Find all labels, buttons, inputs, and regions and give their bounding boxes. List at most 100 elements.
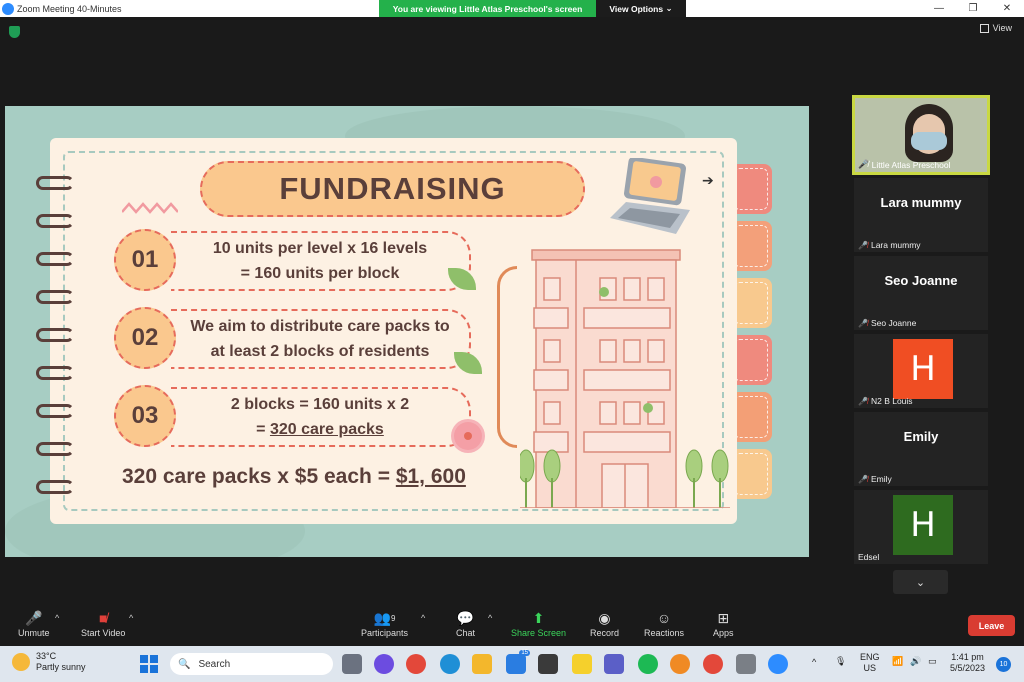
mail-icon[interactable]: 15 (506, 650, 530, 674)
clock-time: 1:41 pm (951, 652, 984, 662)
edge-icon[interactable] (440, 654, 460, 674)
mic-muted-icon: 🎤̸ (858, 159, 869, 169)
participant-tile[interactable]: H Edsel (854, 490, 988, 564)
restore-icon[interactable]: ❐ (956, 0, 990, 17)
participants-caret[interactable]: ^ (421, 613, 425, 623)
item-text: 10 units per level x 16 levels = 160 uni… (171, 231, 471, 291)
tile-label: 🎤̸ Little Atlas Preschool (858, 159, 951, 170)
active-speaker-tile[interactable]: 🎤̸ Little Atlas Preschool (852, 95, 990, 175)
participant-tile[interactable]: H 🎤̸ N2 B Louis (854, 334, 988, 408)
apartment-building-illustration (520, 249, 730, 508)
video-options-caret[interactable]: ^ (129, 613, 133, 623)
volume-icon[interactable]: 🔊 (910, 656, 921, 667)
start-video-button[interactable]: ■̸ Start Video (81, 608, 125, 638)
spiral-ring (36, 214, 74, 228)
avatar: H (893, 495, 953, 555)
unmute-button[interactable]: 🎤 Unmute (18, 608, 50, 639)
windows-taskbar: 33°C Partly sunny 🔍 Search 15 ^ 🎙 ENG US 📶… (0, 646, 1024, 682)
arrow-icon: ➔ (702, 172, 714, 188)
participant-name: Edsel (858, 552, 880, 562)
item-number: 02 (114, 307, 176, 369)
apps-label: Apps (713, 628, 734, 638)
partly-sunny-icon (12, 653, 30, 671)
snipping-tool-icon[interactable] (538, 654, 558, 674)
task-view-icon[interactable] (342, 654, 362, 674)
item-line: = 320 care packs (256, 417, 384, 442)
tile-label: Edsel (858, 552, 879, 562)
chat-caret[interactable]: ^ (488, 613, 492, 623)
start-button[interactable] (140, 655, 158, 673)
file-explorer-icon[interactable] (472, 654, 492, 674)
reactions-label: Reactions (644, 628, 685, 638)
teams-icon[interactable] (604, 654, 624, 674)
chat-app-icon[interactable] (374, 654, 394, 674)
flower-icon (454, 422, 482, 450)
audio-options-caret[interactable]: ^ (55, 613, 59, 623)
leave-button[interactable]: Leave (968, 615, 1015, 636)
minimize-icon[interactable]: — (922, 0, 956, 17)
item-line: at least 2 blocks of residents (210, 343, 430, 360)
battery-icon[interactable]: ▭ (928, 656, 937, 667)
participant-name: Lara mummy (870, 240, 921, 250)
reactions-icon: ☺ (656, 610, 672, 626)
spiral-ring (36, 328, 74, 342)
spiral-ring (36, 442, 74, 456)
security-shield-icon[interactable] (9, 26, 20, 38)
apps-button[interactable]: ⊞ Apps (713, 608, 734, 639)
participant-name: Seo Joanne (870, 318, 917, 328)
item-line-prefix: = (256, 421, 270, 438)
tray-expand-icon[interactable]: ^ (812, 657, 816, 668)
clock[interactable]: 1:41 pm 5/5/2023 (950, 652, 985, 674)
item-text: We aim to distribute care packs to at le… (171, 309, 471, 369)
care-packs-total: 320 care packs (269, 421, 384, 438)
microphone-tray-icon[interactable]: 🎙 (835, 656, 846, 667)
participant-tile[interactable]: Emily 🎤̸ Emily (854, 412, 988, 486)
view-options-button[interactable]: View Options ⌄ (596, 0, 686, 17)
notification-badge[interactable]: 10 (996, 657, 1011, 672)
participant-tile[interactable]: Lara mummy 🎤̸ Lara mummy (854, 178, 988, 252)
close-icon[interactable]: ✕ (990, 0, 1024, 17)
taskbar-search[interactable]: 🔍 Search (170, 653, 333, 675)
sticky-notes-icon[interactable] (572, 654, 592, 674)
apps-icon: ⊞ (717, 609, 730, 626)
participant-name: Little Atlas Preschool (871, 159, 951, 170)
participants-button[interactable]: 👥 9 Participants (361, 608, 409, 639)
search-placeholder: Search (198, 658, 231, 670)
slide-title: FUNDRAISING (200, 161, 585, 217)
mic-muted-icon: 🎤̸ (858, 396, 868, 406)
tile-label: 🎤̸ Lara mummy (858, 240, 921, 250)
zoom-app-icon[interactable] (768, 654, 788, 674)
chrome-profile-icon[interactable] (703, 654, 723, 674)
tile-label: 🎤̸ Emily (858, 474, 892, 484)
weather-temp: 33°C (36, 651, 57, 661)
clock-date: 5/5/2023 (950, 663, 986, 673)
shared-screen: FUNDRAISING ➔ 01 10 units per level x 16… (5, 106, 809, 557)
gallery-scroll-down-button[interactable]: ⌄ (893, 570, 948, 594)
zigzag-decoration (122, 202, 178, 214)
view-button[interactable]: View (979, 23, 1012, 33)
tile-label: 🎤̸ N2 B Louis (858, 396, 913, 406)
spiral-ring (36, 404, 74, 418)
reactions-button[interactable]: ☺ Reactions (644, 608, 684, 638)
item-line: 10 units per level x 16 levels (212, 240, 428, 257)
photos-icon[interactable] (670, 654, 690, 674)
total-amount: $1, 600 (395, 465, 466, 488)
wifi-icon[interactable]: 📶 (892, 656, 903, 667)
chrome-icon[interactable] (406, 654, 426, 674)
start-video-label: Start Video (81, 628, 126, 638)
share-screen-icon: ⬆ (532, 609, 545, 626)
weather-widget[interactable]: 33°C Partly sunny (12, 651, 86, 673)
item-line: = 160 units per block (240, 265, 400, 282)
record-button[interactable]: ◉ Record (590, 608, 619, 639)
spiral-ring (36, 252, 74, 266)
language-indicator[interactable]: ENG US (860, 652, 880, 674)
chat-button[interactable]: 💬 Chat (456, 608, 475, 639)
participants-label: Participants (361, 628, 409, 638)
share-screen-button[interactable]: ⬆ Share Screen (511, 608, 566, 639)
chat-icon: 💬 (456, 609, 475, 626)
spotify-icon[interactable] (638, 654, 658, 674)
printer-icon[interactable] (736, 654, 756, 674)
participant-tile[interactable]: Seo Joanne 🎤̸ Seo Joanne (854, 256, 988, 330)
participants-count: 9 (391, 613, 396, 623)
participant-display-name: Lara mummy (880, 195, 962, 210)
